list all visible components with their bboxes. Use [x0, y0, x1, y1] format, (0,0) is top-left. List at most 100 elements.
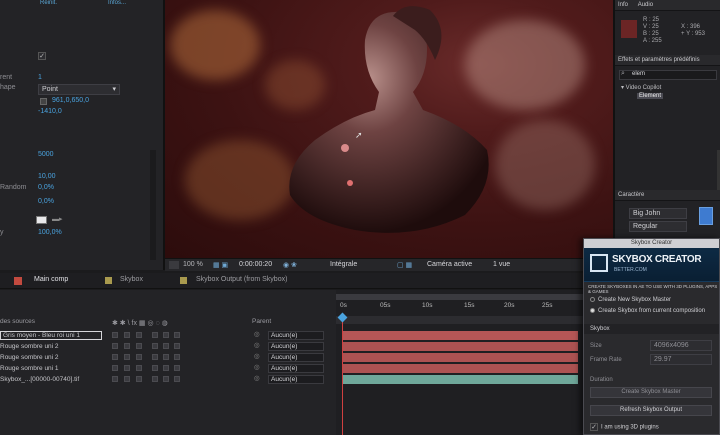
tab-skybox[interactable]: Skybox [120, 276, 143, 283]
banner-title: SKYBOX CREATOR [612, 254, 702, 265]
time-label: 10s [422, 302, 433, 309]
timecode[interactable]: 0:00:00:20 [239, 261, 272, 268]
work-area-bar[interactable] [336, 294, 584, 300]
create-skybox-button[interactable]: Create Skybox Master [590, 387, 712, 398]
layer-name[interactable]: Skybox_...[00000-00740].tif [0, 376, 79, 383]
pickwhip-icon[interactable]: ◎ [254, 374, 260, 382]
layer-row[interactable]: Rouge sombre uni 2 ◎ Aucun(e) [0, 341, 336, 352]
camera-icon[interactable]: ◉ ❀ [283, 261, 297, 269]
effects-panel-header[interactable]: Effets et paramètres prédéfinis [615, 55, 720, 66]
time-label: 20s [504, 302, 515, 309]
radio-current-comp[interactable]: Create Skybox from current composition [590, 308, 705, 314]
eyedropper-icon[interactable]: ▬▸ [52, 215, 63, 223]
color-preview [621, 20, 637, 38]
layer-bar[interactable] [342, 331, 578, 340]
plugins-checkbox[interactable]: ✓ I am using 3D plugins [590, 423, 659, 431]
comp-icon [180, 277, 187, 284]
param-row: y 100,0% [0, 229, 158, 241]
snapshot-icon[interactable] [169, 261, 179, 269]
info-link[interactable]: Infos... [108, 0, 126, 6]
tab-info[interactable]: Info [618, 2, 628, 8]
param-label: hape [0, 84, 16, 91]
comp-icon [105, 277, 112, 284]
viewer-canvas: ➚ [165, 0, 613, 258]
layer-name[interactable]: Rouge sombre uni 1 [0, 365, 59, 372]
parent-dropdown[interactable]: Aucun(e) [268, 331, 324, 340]
layer-name[interactable]: Rouge sombre uni 2 [0, 354, 59, 361]
effects-tree-group[interactable]: ▾ Video Copilot [621, 84, 661, 91]
size-label: Size [590, 343, 602, 349]
zoom-dropdown[interactable]: 100 % [183, 261, 203, 268]
time-label: 05s [380, 302, 391, 309]
pickwhip-icon[interactable]: ◎ [254, 363, 260, 371]
param-value[interactable]: 961,0,650,0 [52, 97, 89, 104]
tab-audio[interactable]: Audio [638, 2, 653, 8]
param-value[interactable]: -1410,0 [38, 108, 62, 115]
chevron-down-icon: ▾ [112, 86, 116, 93]
scrollbar[interactable] [150, 150, 156, 260]
font-family-dropdown[interactable]: Big John [629, 208, 687, 219]
layer-bar[interactable] [342, 353, 578, 362]
composition-viewer[interactable]: ➚ [165, 0, 613, 258]
refresh-skybox-button[interactable]: Refresh Skybox Output [590, 405, 712, 416]
layer-name[interactable]: Gris moyen - Bleu roi uni 1 [0, 331, 102, 340]
param-value[interactable]: 5000 [38, 151, 54, 158]
close-icon[interactable] [14, 277, 22, 285]
param-row: 0,0% [0, 198, 158, 210]
layer-row[interactable]: Rouge sombre uni 2 ◎ Aucun(e) [0, 352, 336, 363]
param-label: y [0, 229, 4, 236]
color-swatch[interactable] [36, 216, 47, 224]
timeline-tabs: Main comp Skybox Skybox Output (from Sky… [0, 273, 585, 289]
param-value[interactable]: 10,00 [38, 173, 56, 180]
fps-label: Frame Rate [590, 357, 622, 363]
pickwhip-icon[interactable]: ◎ [254, 352, 260, 360]
param-value[interactable]: 100,0% [38, 229, 62, 236]
layer-row[interactable]: Rouge sombre uni 1 ◎ Aucun(e) [0, 363, 336, 374]
views-dropdown[interactable]: 1 vue [493, 261, 510, 268]
parent-dropdown[interactable]: Aucun(e) [268, 353, 324, 362]
resolution-dropdown[interactable]: Intégrale [330, 261, 357, 268]
duration-label: Duration [590, 377, 613, 383]
fps-dropdown[interactable]: 29.97 [650, 354, 712, 365]
layer-row[interactable]: Gris moyen - Bleu roi uni 1 ◎ Aucun(e) [0, 330, 336, 341]
tab-skybox-output[interactable]: Skybox Output (from Skybox) [196, 276, 287, 283]
enable-checkbox[interactable]: ✓ [38, 52, 46, 60]
size-dropdown[interactable]: 4096x4096 [650, 340, 712, 351]
layer-row[interactable]: Skybox_...[00000-00740].tif ◎ Aucun(e) [0, 374, 336, 385]
target-icon[interactable] [40, 98, 47, 105]
font-style-dropdown[interactable]: Regular [629, 221, 687, 232]
tagline: CREATE SKYBOXES IN AE TO USE WITH 3D PLU… [588, 284, 718, 294]
statue-figure [289, 6, 489, 233]
pickwhip-icon[interactable]: ◎ [254, 330, 260, 338]
param-label: Random [0, 184, 27, 191]
parent-dropdown[interactable]: Aucun(e) [268, 342, 324, 351]
region-icon[interactable]: ▢ ▦ [397, 261, 412, 269]
parent-dropdown[interactable]: Aucun(e) [268, 375, 324, 384]
fill-color-swatch[interactable] [699, 207, 713, 225]
param-value[interactable]: 1 [38, 74, 42, 81]
effects-tree-item[interactable]: Element [637, 93, 664, 99]
ruler[interactable] [336, 316, 584, 324]
parent-dropdown[interactable]: Aucun(e) [268, 364, 324, 373]
layer-bar[interactable] [342, 375, 578, 384]
time-label: 0s [340, 302, 347, 309]
effects-search-input[interactable]: elem [619, 70, 717, 80]
param-value[interactable]: 0,0% [38, 198, 54, 205]
character-panel-header[interactable]: Caractère [615, 190, 720, 201]
pickwhip-icon[interactable]: ◎ [254, 341, 260, 349]
playhead[interactable] [342, 316, 343, 435]
radio-new-master[interactable]: Create New Skybox Master [590, 297, 671, 303]
camera-dropdown[interactable]: Caméra active [427, 261, 472, 268]
section-header: Skybox [584, 324, 719, 334]
param-row: 5000 [0, 151, 158, 163]
layer-name[interactable]: Rouge sombre uni 2 [0, 343, 59, 350]
timeline-tracks[interactable]: 0s 05s 10s 15s 20s 25s [336, 290, 584, 435]
param-value[interactable]: 0,0% [38, 184, 54, 191]
skybox-creator-dialog: Skybox Creator SKYBOX CREATOR BETTER.COM… [583, 238, 720, 435]
reset-link[interactable]: Réinit. [40, 0, 57, 6]
layer-bar[interactable] [342, 364, 578, 373]
tab-main-comp[interactable]: Main comp [34, 276, 68, 283]
layer-bar[interactable] [342, 342, 578, 351]
shape-dropdown[interactable]: Point ▾ [38, 84, 120, 95]
grid-icon[interactable]: ▦ ▣ [213, 261, 228, 269]
